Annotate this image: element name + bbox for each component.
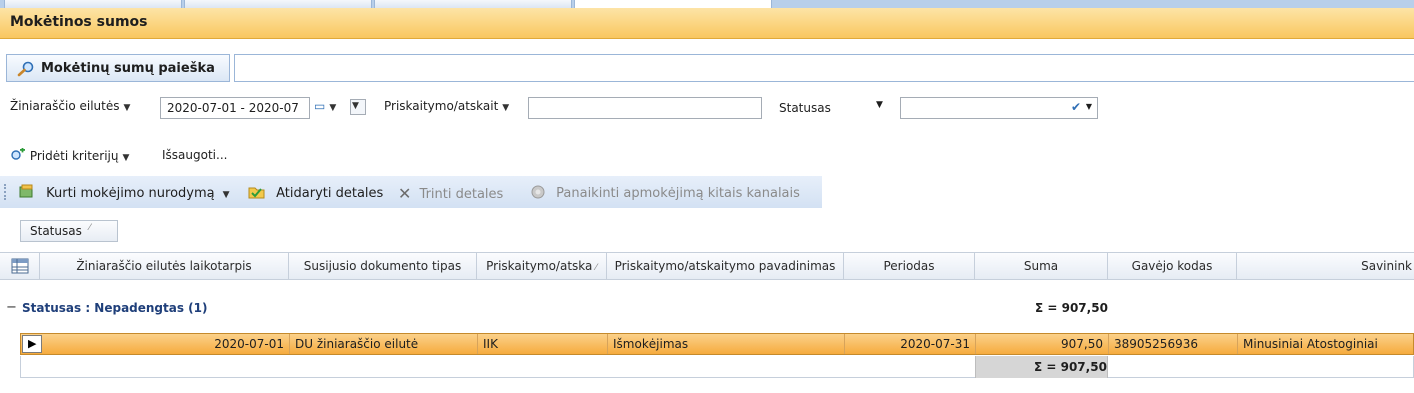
cancel-payment-icon (531, 185, 545, 199)
cell-recipient-code[interactable]: 38905256936 (1109, 334, 1238, 354)
add-search-icon (11, 147, 25, 160)
search-icon (17, 61, 34, 77)
checkmark-icon: ✔ (1070, 100, 1081, 114)
period-date-field[interactable]: 2020-07-01 - 2020-07 (160, 97, 310, 119)
chevron-down-icon: ▼ (122, 153, 130, 163)
filter-accrual-label[interactable]: Priskaitymo/atskait ▼ (384, 99, 509, 113)
column-header-doc-type[interactable]: Susijusio dokumento tipas (289, 253, 477, 279)
action-toolbar: Kurti mokėjimo nurodymą ▼ Atidaryti detal… (0, 176, 822, 209)
footer-sum-value: Σ = 907,50 (1034, 360, 1107, 374)
group-row-sum: Σ = 907,50 (1035, 301, 1108, 315)
column-header-accrual-code-label: Priskaitymo/atska (486, 259, 593, 273)
chevron-down-icon: ▼ (1085, 102, 1092, 111)
group-row-label: Statusas : Nepadengtas (1) (22, 301, 208, 315)
chevron-down-icon: ▼ (502, 103, 510, 113)
column-header-suma[interactable]: Suma (975, 253, 1108, 279)
chevron-down-icon: ▼ (876, 100, 883, 110)
open-details-label: Atidaryti detales (276, 186, 384, 201)
delete-x-icon: ✕ (398, 184, 412, 203)
delete-details-button[interactable]: ✕ Trinti detales (398, 184, 503, 203)
filter-accrual-label-text: Priskaitymo/atskait (384, 99, 499, 113)
chevron-down-icon: ▼ (329, 103, 337, 113)
column-chooser-icon (11, 258, 28, 274)
column-header-recipient-code[interactable]: Gavėjo kodas (1108, 253, 1237, 279)
payment-order-icon (19, 184, 33, 198)
cell-accrual-code[interactable]: IIK (478, 334, 608, 354)
sort-ascending-icon: ⁄ (595, 263, 597, 273)
status-select[interactable]: ✔ ▼ (900, 97, 1098, 119)
search-input[interactable] (234, 54, 1414, 82)
create-payment-order-label: Kurti mokėjimo nurodymą (46, 186, 215, 201)
cell-owner[interactable]: Minusiniai Atostoginiai (1238, 334, 1413, 354)
chevron-down-icon: ▼ (352, 101, 359, 111)
current-row-arrow-icon: ▶ (28, 337, 37, 350)
filter-status-label-text: Statusas (779, 101, 831, 115)
row-indicator[interactable]: ▶ (22, 335, 42, 353)
period-dropdown-button[interactable]: ▼ (350, 99, 366, 115)
add-criteria-button[interactable]: Pridėti kriterijų ▼ (10, 147, 130, 163)
group-by-status-chip[interactable]: Statusas ⁄ (20, 220, 118, 242)
toolbar-grip[interactable] (4, 184, 8, 200)
open-folder-icon (248, 187, 265, 199)
column-chooser-button[interactable] (0, 253, 40, 279)
grid-footer (20, 356, 1414, 378)
period-calendar-button[interactable]: ▭ ▼ (314, 99, 336, 113)
delete-details-label: Trinti detales (419, 187, 504, 202)
collapse-group-icon[interactable]: − (6, 300, 17, 315)
filter-status-label: Statusas (779, 101, 831, 115)
grid-header: Žiniaraščio eilutės laikotarpis Susijusi… (0, 252, 1414, 280)
column-header-accrual-name[interactable]: Priskaitymo/atskaitymo pavadinimas (607, 253, 844, 279)
cell-period[interactable]: 2020-07-01 (41, 334, 290, 354)
chevron-down-icon: ▼ (222, 190, 230, 200)
cell-doc-type[interactable]: DU žiniaraščio eilutė (290, 334, 478, 354)
table-row[interactable]: 2020-07-01 DU žiniaraščio eilutė IIK Išm… (20, 333, 1414, 355)
sort-ascending-icon: ⁄ (89, 223, 91, 233)
search-panel-title: Mokėtinų sumų paieška (41, 61, 215, 76)
cell-periodas[interactable]: 2020-07-31 (845, 334, 976, 354)
filter-period-label-text: Žiniaraščio eilutės (10, 99, 120, 113)
create-payment-order-button[interactable]: Kurti mokėjimo nurodymą ▼ (18, 184, 230, 201)
cell-suma[interactable]: 907,50 (976, 334, 1109, 354)
group-by-chip-label: Statusas (30, 224, 82, 238)
saved-searches-button[interactable]: Išsaugoti... (162, 148, 227, 162)
cancel-payment-other-channels-button[interactable]: Panaikinti apmokėjimą kitais kanalais (530, 184, 800, 201)
page-title-bar: Mokėtinos sumos (0, 8, 1414, 39)
period-date-value: 2020-07-01 - 2020-07 (167, 101, 299, 115)
column-header-owner[interactable]: Savinink (1237, 253, 1414, 279)
chevron-down-icon: ▼ (123, 103, 131, 113)
page-title: Mokėtinos sumos (10, 14, 148, 30)
search-panel-header[interactable]: Mokėtinų sumų paieška (6, 54, 230, 82)
column-header-accrual-code[interactable]: Priskaitymo/atska ⁄ (477, 253, 607, 279)
open-details-button[interactable]: Atidaryti detales (248, 184, 383, 201)
status-operator-dropdown[interactable]: ▼ (876, 100, 883, 110)
group-row-nepadengtas[interactable]: − Statusas : Nepadengtas (1) Σ = 907,50 (0, 296, 1414, 320)
filter-period-label[interactable]: Žiniaraščio eilutės ▼ (10, 99, 130, 113)
column-header-laikotarpis[interactable]: Žiniaraščio eilutės laikotarpis (40, 253, 289, 279)
group-by-panel (0, 208, 1414, 250)
cell-accrual-name[interactable]: Išmokėjimas (608, 334, 845, 354)
cancel-payment-label: Panaikinti apmokėjimą kitais kanalais (556, 186, 800, 201)
calendar-icon: ▭ (314, 99, 326, 113)
footer-sum-cell: Σ = 907,50 (975, 356, 1108, 378)
column-header-periodas[interactable]: Periodas (844, 253, 975, 279)
add-criteria-label: Pridėti kriterijų (29, 149, 119, 163)
accrual-input[interactable] (528, 97, 762, 119)
saved-searches-label: Išsaugoti... (162, 148, 228, 162)
